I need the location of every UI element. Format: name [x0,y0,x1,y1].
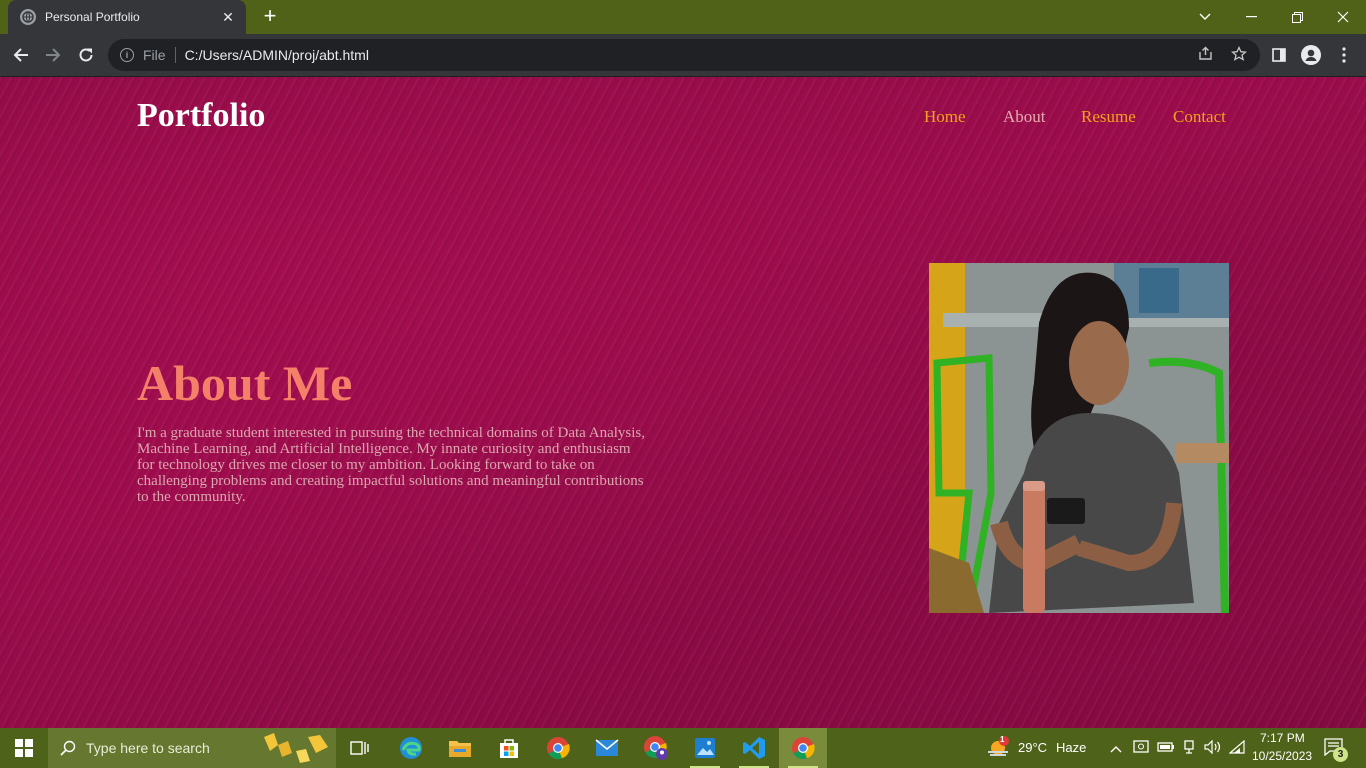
chrome-profile-icon [644,736,668,760]
weather-temperature[interactable]: 29°C [1018,740,1047,755]
taskbar-chrome-active[interactable] [779,728,827,768]
chrome-icon [792,737,815,760]
search-icon [60,740,76,756]
task-view-icon [350,741,369,755]
clock-time[interactable]: 7:17 PM [1260,731,1305,745]
close-tab-icon[interactable]: ✕ [220,9,236,26]
notification-center-icon[interactable]: 3 [1324,738,1348,762]
weather-description[interactable]: Haze [1056,740,1086,755]
taskbar-edge[interactable] [387,728,435,768]
weather-badge: 1 [1000,735,1005,744]
share-icon[interactable] [1198,46,1213,65]
mail-icon [595,739,619,756]
close-window-button[interactable] [1320,0,1366,34]
search-placeholder: Type here to search [86,740,210,756]
profile-avatar-icon [1301,45,1321,65]
start-button[interactable] [0,728,48,768]
side-panel-button[interactable] [1264,40,1294,70]
restore-button[interactable] [1274,0,1320,34]
battery-icon[interactable] [1157,740,1175,756]
tab-title: Personal Portfolio [45,10,140,24]
nav-contact[interactable]: Contact [1173,107,1226,127]
show-hidden-icons-chevron-icon[interactable] [1110,740,1122,756]
url-text[interactable]: C:/Users/ADMIN/proj/abt.html [185,47,369,63]
windows-logo-icon [15,739,33,757]
back-button[interactable] [6,40,36,70]
reload-button[interactable] [71,40,101,70]
folder-icon [449,741,471,757]
tab-search-button[interactable] [1182,0,1228,34]
chevron-down-icon [1199,13,1211,20]
wifi-icon[interactable] [1228,739,1245,757]
about-paragraph: I'm a graduate student interested in pur… [137,425,645,505]
more-vertical-icon [1342,47,1346,63]
arrow-left-icon [13,48,28,62]
portfolio-page: Portfolio Home About Resume Contact Abou… [0,77,1366,728]
arrow-right-icon [46,48,61,62]
minimize-button[interactable] [1228,0,1274,34]
nav-home[interactable]: Home [924,107,966,127]
close-icon [1337,11,1349,23]
meet-now-icon[interactable] [1133,740,1149,757]
task-view-button[interactable] [336,728,384,768]
vscode-icon [743,737,765,759]
taskbar-store[interactable] [485,728,533,768]
volume-icon[interactable] [1204,739,1222,757]
about-heading: About Me [137,355,353,411]
taskbar-mail[interactable] [583,728,631,768]
bookmark-star-icon[interactable] [1230,45,1248,66]
clock-date[interactable]: 10/25/2023 [1252,749,1312,763]
taskbar-photos[interactable] [681,728,729,768]
profile-button[interactable] [1296,40,1326,70]
minimize-icon [1245,16,1257,18]
browser-toolbar: i File C:/Users/ADMIN/proj/abt.html [0,34,1366,77]
store-icon [500,739,518,758]
search-highlight-icon [264,733,328,763]
windows-taskbar: Type here to search 1 29°C Haze 7:17 PM … [0,728,1366,768]
forward-button[interactable] [38,40,68,70]
photos-icon [695,738,715,758]
reload-icon [79,48,93,62]
notification-count-badge: 3 [1333,747,1348,762]
taskbar-vscode[interactable] [730,728,778,768]
taskbar-chrome[interactable] [534,728,582,768]
network-adapter-icon[interactable] [1182,740,1196,757]
site-logo[interactable]: Portfolio [137,97,265,135]
nav-about[interactable]: About [1003,107,1046,127]
side-panel-icon [1272,48,1286,62]
scheme-label: File [143,47,166,63]
taskbar-search-box[interactable]: Type here to search [48,728,336,768]
info-icon[interactable]: i [120,48,134,62]
taskbar-chrome-profile[interactable] [632,728,680,768]
browser-tab[interactable]: Personal Portfolio ✕ [8,0,246,34]
address-bar[interactable]: i File C:/Users/ADMIN/proj/abt.html [108,39,1260,71]
browser-tabstrip: Personal Portfolio ✕ + [0,0,1366,34]
globe-icon [20,9,36,25]
nav-resume[interactable]: Resume [1081,107,1136,127]
chrome-icon [547,737,570,760]
address-separator [174,47,176,63]
restore-icon [1291,11,1303,23]
profile-photo [929,263,1229,613]
new-tab-button[interactable]: + [258,5,282,29]
weather-icon[interactable]: 1 [986,735,1010,761]
menu-button[interactable] [1329,40,1359,70]
edge-icon [400,737,422,759]
taskbar-file-explorer[interactable] [436,728,484,768]
